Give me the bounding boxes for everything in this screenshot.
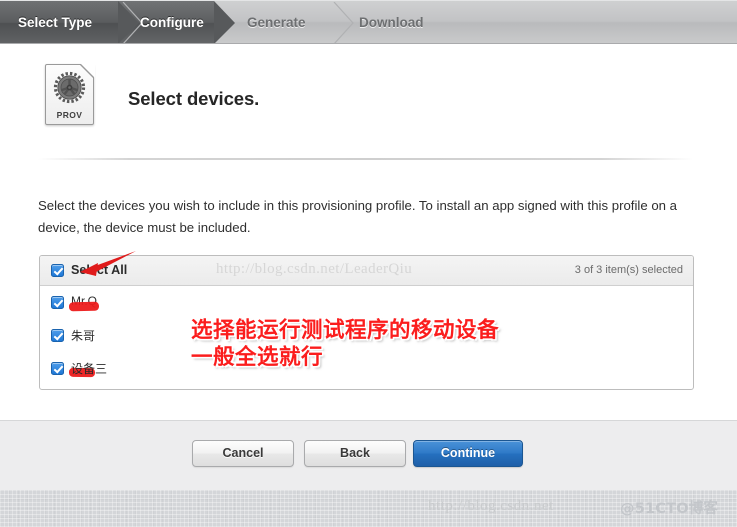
step-select-type[interactable]: Select Type xyxy=(0,1,139,43)
device-list-row[interactable]: 设备三 xyxy=(40,352,693,385)
selected-count-label: 3 of 3 item(s) selected xyxy=(574,264,683,276)
watermark-url-inline: http://blog.csdn.net/LeaderQiu xyxy=(216,261,413,277)
page-description: Select the devices you wish to include i… xyxy=(38,198,677,235)
footer-bar: Cancel Back Continue xyxy=(0,420,737,490)
device-checkbox[interactable] xyxy=(51,329,64,342)
step-download-label: Download xyxy=(359,15,424,30)
select-all-checkbox[interactable] xyxy=(51,264,64,277)
device-list-row[interactable]: Mr.Q xyxy=(40,286,693,319)
continue-button[interactable]: Continue xyxy=(413,440,523,467)
device-checkbox[interactable] xyxy=(51,362,64,375)
step-generate-label: Generate xyxy=(247,15,306,30)
watermark-brand-bottom: @51CTO博客 xyxy=(620,501,719,517)
cancel-button[interactable]: Cancel xyxy=(192,440,294,467)
device-list-header: Select All http://blog.csdn.net/LeaderQi… xyxy=(40,256,693,286)
step-separator-chevron-3 xyxy=(333,2,355,43)
step-generate[interactable]: Generate xyxy=(236,1,348,43)
back-button[interactable]: Back xyxy=(304,440,406,467)
provisioning-profile-document-icon: PROV xyxy=(45,63,95,125)
redaction-mark xyxy=(68,301,100,312)
device-list-row[interactable]: 朱哥 xyxy=(40,319,693,378)
select-all-label: Select All xyxy=(71,263,128,277)
page-title: Select devices. xyxy=(128,88,260,109)
step-select-type-label: Select Type xyxy=(18,15,93,30)
section-divider xyxy=(38,158,693,160)
main-content-panel: PROV Select devices. Select the devices … xyxy=(0,44,737,420)
device-checkbox[interactable] xyxy=(51,296,64,309)
device-name: 设备三 xyxy=(71,362,108,376)
device-name: 朱哥 xyxy=(71,329,96,343)
wizard-step-bar: Select Type Configure Generate Download xyxy=(0,0,737,44)
step-download[interactable]: Download xyxy=(348,1,478,43)
step-configure-label: Configure xyxy=(140,15,204,30)
watermark-url-bottom: http://blog.csdn.net xyxy=(428,498,554,514)
document-icon-label: PROV xyxy=(56,110,83,120)
device-list: Select All http://blog.csdn.net/LeaderQi… xyxy=(39,255,694,390)
gear-icon xyxy=(51,69,88,111)
